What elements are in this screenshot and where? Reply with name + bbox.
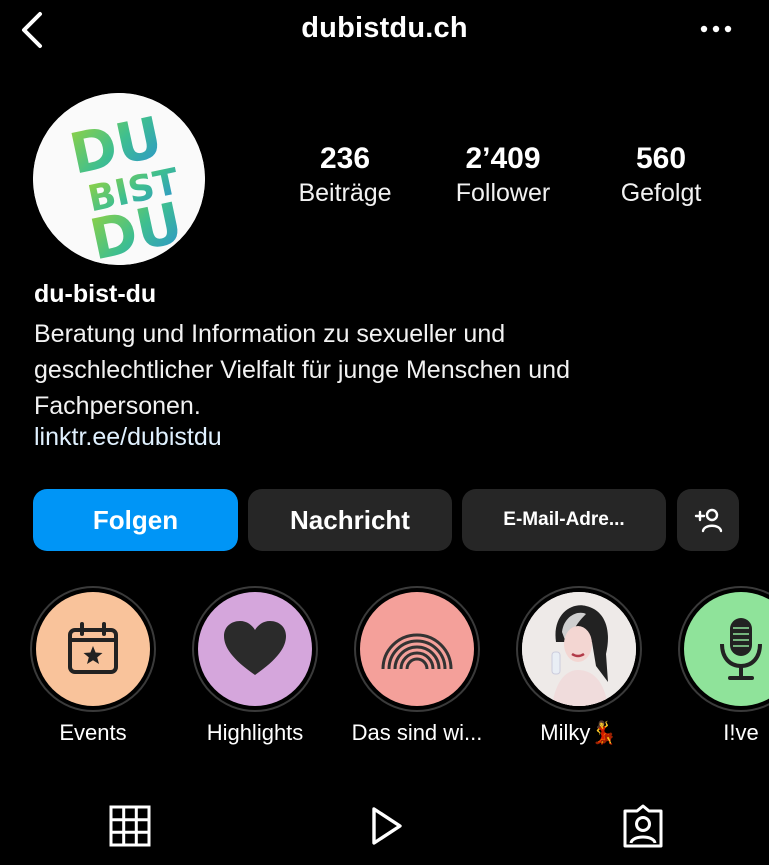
bio-line: Fachpersonen. bbox=[34, 392, 201, 420]
bio-link[interactable]: linktr.ee/dubistdu bbox=[34, 423, 222, 452]
stat-posts-label: Beiträge bbox=[298, 179, 392, 207]
stat-posts-value: 236 bbox=[319, 142, 371, 175]
tab-tagged[interactable] bbox=[613, 800, 673, 852]
photo-avatar bbox=[522, 592, 636, 706]
more-options-icon[interactable] bbox=[694, 18, 738, 40]
stat-followers[interactable]: 2’409 Follower bbox=[423, 141, 583, 209]
bio-line: geschlechtlicher Vielfalt für junge Mens… bbox=[34, 356, 570, 384]
calendar-star-icon bbox=[68, 622, 118, 674]
bio-line: Beratung und Information zu sexueller un… bbox=[34, 320, 506, 348]
email-button[interactable]: E-Mail-Adre... bbox=[462, 489, 666, 551]
add-person-icon bbox=[694, 508, 723, 533]
tab-grid[interactable] bbox=[100, 800, 160, 852]
highlight-label: Events bbox=[59, 720, 127, 745]
follow-button[interactable]: Folgen bbox=[33, 489, 238, 551]
stat-following[interactable]: 560 Gefolgt bbox=[581, 141, 741, 209]
stat-following-label: Gefolgt bbox=[620, 179, 702, 207]
page-title: dubistdu.ch bbox=[301, 12, 468, 44]
microphone-icon bbox=[720, 618, 762, 680]
add-person-button[interactable] bbox=[677, 489, 739, 551]
stat-followers-value: 2’409 bbox=[465, 142, 541, 175]
highlight-milky[interactable]: Milky💃 bbox=[512, 586, 646, 745]
stat-followers-label: Follower bbox=[455, 179, 551, 207]
highlight-events[interactable]: Events bbox=[26, 586, 160, 745]
highlight-label: Milky💃 bbox=[540, 720, 618, 745]
grid-icon bbox=[109, 805, 151, 847]
bio: Beratung und Information zu sexueller un… bbox=[34, 316, 734, 424]
profile-name: du-bist-du bbox=[34, 280, 157, 308]
stat-posts[interactable]: 236 Beiträge bbox=[265, 141, 425, 209]
heart-icon bbox=[224, 621, 286, 675]
message-button[interactable]: Nachricht bbox=[248, 489, 452, 551]
rainbow-icon bbox=[381, 633, 453, 670]
avatar[interactable]: DU BIST DU bbox=[33, 93, 205, 265]
stat-following-value: 560 bbox=[635, 142, 687, 175]
reels-icon bbox=[372, 807, 402, 845]
highlight-highlights[interactable]: Highlights bbox=[188, 586, 322, 745]
highlight-label: Das sind wi... bbox=[351, 720, 483, 745]
highlight-live[interactable]: I!ve bbox=[674, 586, 769, 745]
tagged-icon bbox=[623, 804, 663, 848]
highlight-label: I!ve bbox=[723, 720, 759, 745]
highlight-label: Highlights bbox=[206, 720, 304, 745]
highlight-das-sind-wir[interactable]: Das sind wi... bbox=[350, 586, 484, 745]
tab-reels[interactable] bbox=[356, 800, 416, 852]
